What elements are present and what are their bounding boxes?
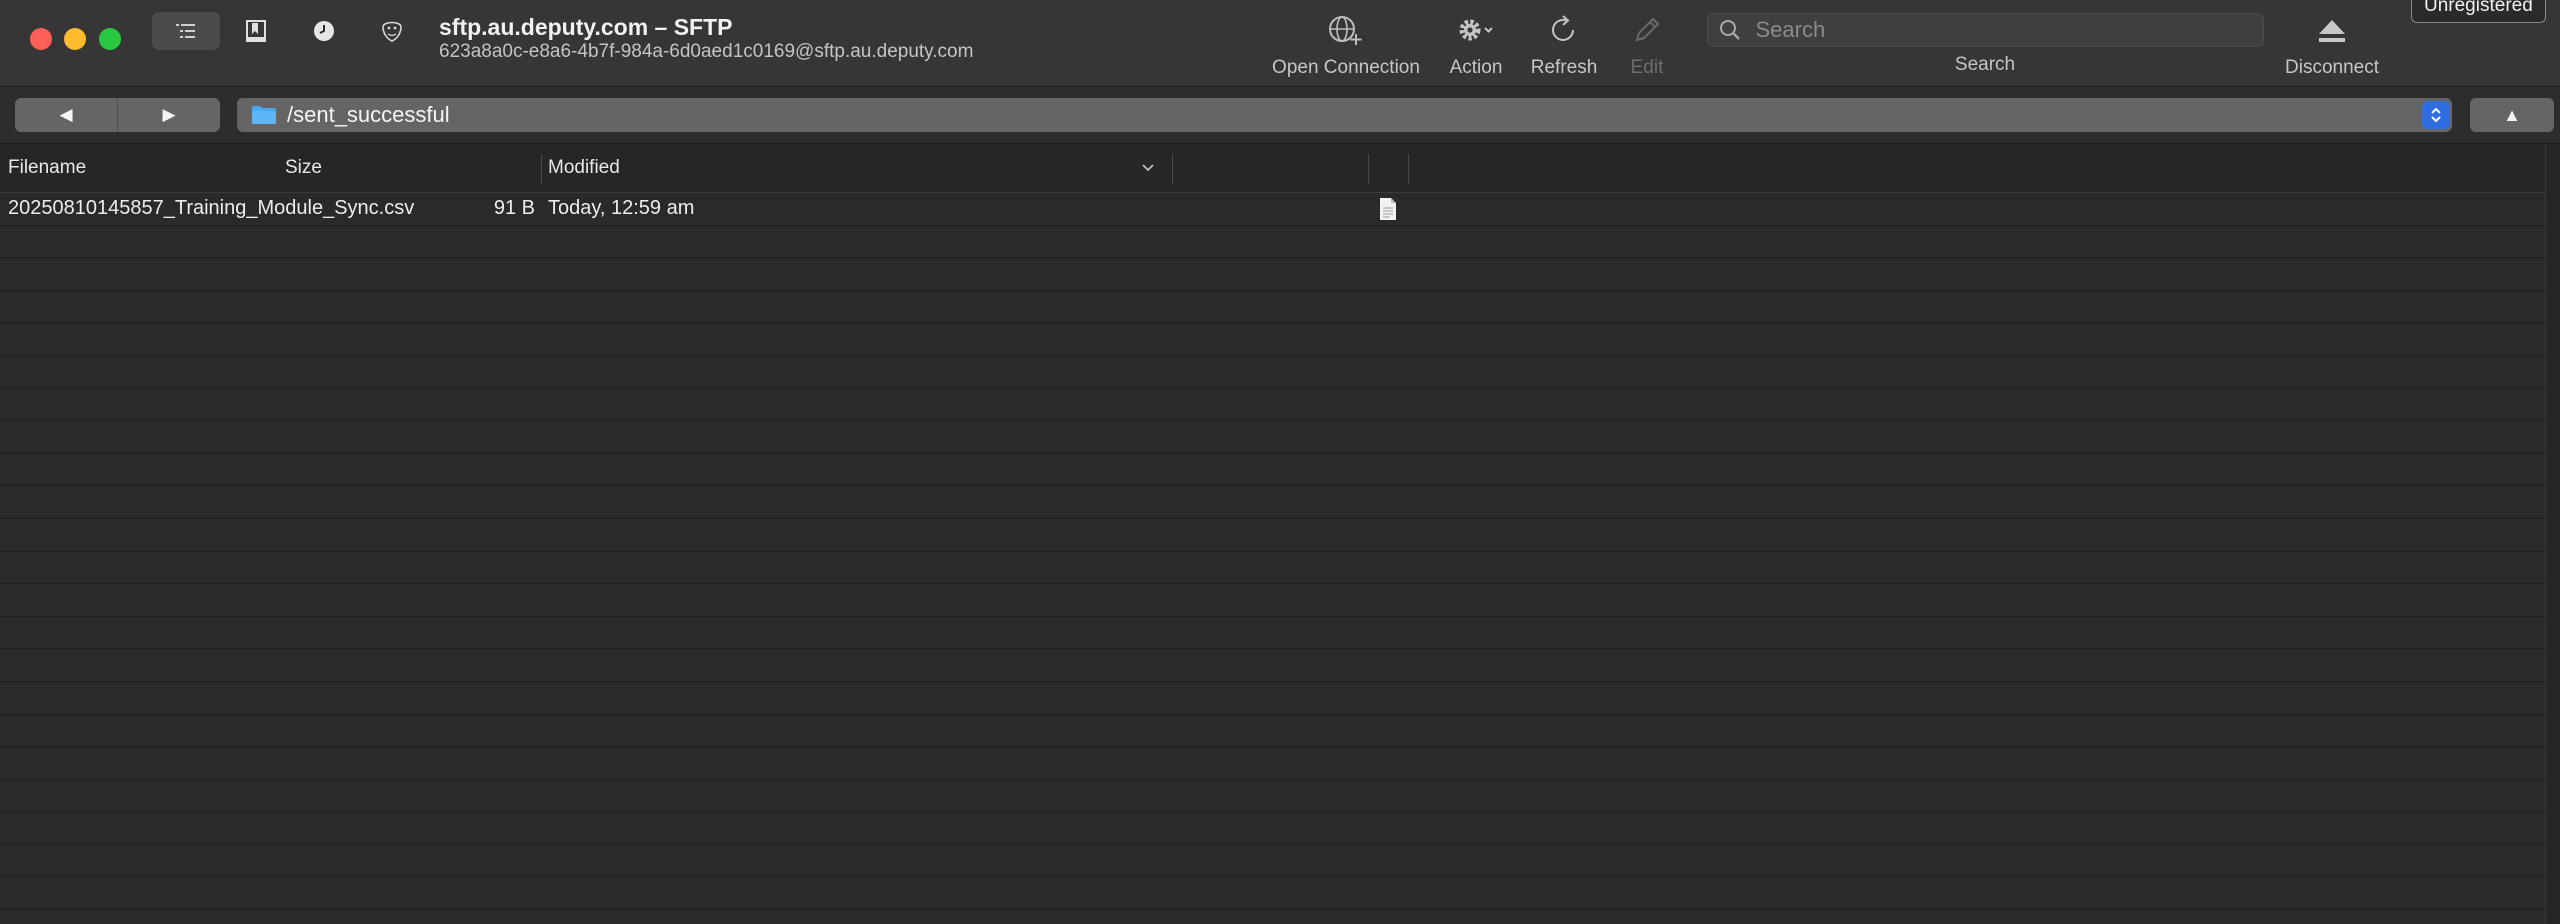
- empty-row: [0, 779, 2545, 813]
- column-divider: [1368, 154, 1369, 184]
- pencil-icon: [1635, 17, 1660, 42]
- file-row[interactable]: 20250810145857_Training_Module_Sync.csv …: [0, 193, 2545, 226]
- open-connection-label: Open Connection: [1272, 57, 1420, 78]
- column-divider: [541, 154, 542, 184]
- bookmark-icon: [246, 20, 266, 42]
- search-tool: Search: [1700, 10, 2270, 80]
- empty-row: [0, 747, 2545, 780]
- edit-button[interactable]: Edit: [1614, 10, 1680, 80]
- globe-plus-icon: [1329, 16, 1362, 45]
- path-selector[interactable]: /sent_successful: [237, 98, 2452, 132]
- column-headers: Filename Size Modified: [0, 144, 2545, 193]
- sftp-browser-window: sftp.au.deputy.com – SFTP 623a8a0c-e8a6-…: [0, 0, 2560, 924]
- forward-button[interactable]: ▶: [118, 98, 220, 132]
- document-icon: [1380, 197, 1396, 220]
- action-button[interactable]: Action: [1436, 10, 1516, 80]
- file-list: 20250810145857_Training_Module_Sync.csv …: [0, 193, 2545, 924]
- column-header-filename[interactable]: Filename: [8, 144, 278, 192]
- empty-row: [0, 290, 2545, 324]
- file-size: 91 B: [493, 197, 535, 219]
- file-kind: [1378, 193, 1398, 224]
- column-divider: [1408, 154, 1409, 184]
- toolbar: sftp.au.deputy.com – SFTP 623a8a0c-e8a6-…: [0, 0, 2560, 86]
- search-label: Search: [1954, 54, 2016, 75]
- folder-icon: [252, 106, 276, 124]
- current-path: /sent_successful: [287, 102, 450, 127]
- refresh-label: Refresh: [1530, 57, 1598, 78]
- gear-icon: [1459, 19, 1493, 41]
- empty-row: [0, 616, 2545, 650]
- empty-row: [0, 844, 2545, 878]
- connection-subtitle: 623a8a0c-e8a6-4b7f-984a-6d0aed1c0169@sft…: [439, 41, 974, 62]
- column-header-modified[interactable]: Modified: [548, 144, 1168, 192]
- outline-view-button[interactable]: [152, 12, 220, 50]
- empty-row: [0, 323, 2545, 356]
- column-header-empty[interactable]: [1174, 144, 1370, 192]
- bonjour-button[interactable]: [358, 12, 426, 50]
- bookmarks-button[interactable]: [222, 12, 290, 50]
- sort-descending-icon: [1142, 164, 1154, 172]
- window-title: sftp.au.deputy.com – SFTP: [439, 14, 733, 40]
- bonjour-icon: [382, 21, 402, 42]
- empty-row: [0, 453, 2545, 487]
- empty-row: [0, 584, 2545, 617]
- minimize-window-button[interactable]: [64, 28, 86, 50]
- empty-row: [0, 551, 2545, 585]
- search-icon: [1719, 20, 1740, 40]
- empty-row: [0, 812, 2545, 845]
- action-label: Action: [1449, 57, 1503, 78]
- empty-row: [0, 258, 2545, 291]
- empty-row: [0, 421, 2545, 454]
- file-modified: Today, 12:59 am: [548, 197, 695, 219]
- search-field[interactable]: [1706, 13, 2264, 47]
- refresh-button[interactable]: Refresh: [1524, 10, 1604, 80]
- disconnect-button[interactable]: Disconnect: [2280, 10, 2384, 80]
- vertical-scrollbar[interactable]: [2545, 144, 2560, 924]
- empty-row: [0, 486, 2545, 519]
- history-button[interactable]: [290, 12, 358, 50]
- outline-icon: [176, 24, 195, 38]
- navigation-bar: ◀ ▶ /sent_successful ▲: [0, 86, 2560, 144]
- empty-row: [0, 910, 2545, 924]
- empty-row: [0, 877, 2545, 911]
- column-divider: [1172, 154, 1173, 184]
- empty-row: [0, 388, 2545, 422]
- search-input[interactable]: [1749, 16, 2263, 44]
- eject-icon: [2319, 20, 2345, 42]
- empty-row: [0, 649, 2545, 682]
- history-icon: [314, 21, 334, 41]
- disconnect-label: Disconnect: [2285, 57, 2379, 78]
- history-navigation: ◀ ▶: [15, 98, 220, 132]
- edit-label: Edit: [1630, 57, 1664, 78]
- path-dropdown-stepper[interactable]: [2422, 101, 2450, 129]
- back-button[interactable]: ◀: [15, 98, 118, 132]
- chevron-up-down-icon: [2431, 107, 2441, 123]
- parent-directory-button[interactable]: ▲: [2470, 98, 2554, 132]
- empty-rows: [0, 225, 2545, 924]
- column-header-modified-label: Modified: [548, 157, 620, 178]
- empty-row: [0, 355, 2545, 389]
- empty-row: [0, 681, 2545, 715]
- zoom-window-button[interactable]: [99, 28, 121, 50]
- empty-row: [0, 225, 2545, 259]
- open-connection-button[interactable]: Open Connection: [1266, 10, 1426, 80]
- empty-row: [0, 714, 2545, 748]
- column-header-size[interactable]: Size: [285, 144, 535, 192]
- empty-row: [0, 518, 2545, 552]
- column-header-kind[interactable]: [1370, 144, 1408, 192]
- refresh-icon: [1552, 15, 1574, 41]
- close-window-button[interactable]: [30, 28, 52, 50]
- unregistered-badge[interactable]: Unregistered: [2411, 0, 2546, 23]
